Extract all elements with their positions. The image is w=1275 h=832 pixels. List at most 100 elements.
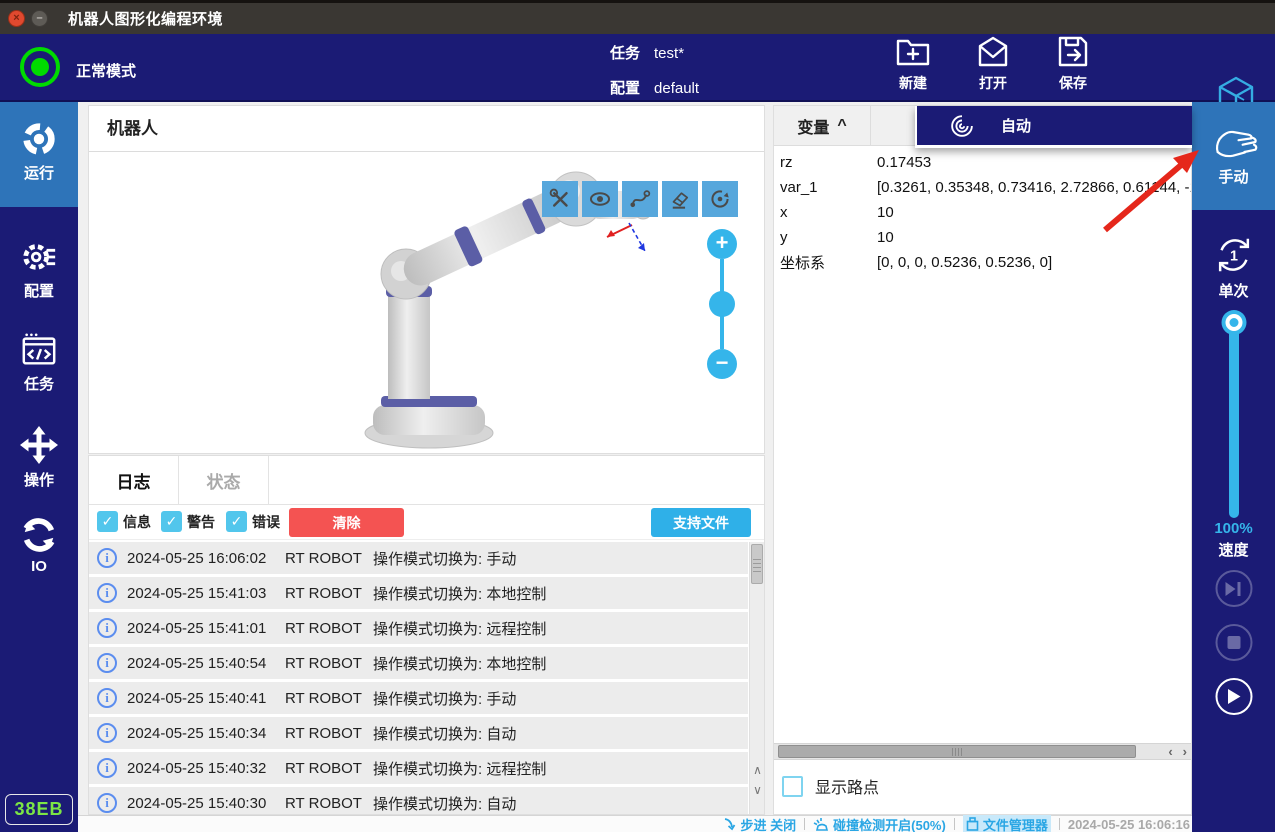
save-button[interactable]: 保存 xyxy=(1040,34,1106,93)
sidebar-item-label: IO xyxy=(0,558,78,575)
show-waypoints-checkbox[interactable]: 显示路点 xyxy=(782,774,879,798)
log-row[interactable]: i2024-05-25 16:06:02RT ROBOT操作模式切换为: 手动 xyxy=(89,542,748,574)
log-scrollbar[interactable]: ∧ ∨ xyxy=(749,542,764,814)
info-icon: i xyxy=(97,723,117,743)
log-row[interactable]: i2024-05-25 15:41:03RT ROBOT操作模式切换为: 本地控… xyxy=(89,577,748,609)
robot-3d-viewport[interactable]: + − xyxy=(89,153,764,453)
visibility-button[interactable] xyxy=(582,181,618,217)
info-icon: i xyxy=(97,758,117,778)
show-waypoints-label: 显示路点 xyxy=(815,774,879,798)
log-message: 操作模式切换为: 手动 xyxy=(373,548,516,569)
open-button[interactable]: 打开 xyxy=(960,34,1026,93)
mode-button-manual[interactable]: 手动 xyxy=(1192,102,1275,210)
sidebar-item-operate[interactable]: 操作 xyxy=(0,409,78,503)
info-icon: i xyxy=(97,793,117,813)
play-icon xyxy=(1226,688,1241,705)
variable-row[interactable]: x10 xyxy=(774,200,1191,225)
variable-name: y xyxy=(780,229,877,246)
sidebar-item-run[interactable]: 运行 xyxy=(0,102,78,207)
log-scrollbar-thumb[interactable] xyxy=(751,544,763,584)
statusbar-divider xyxy=(954,818,955,830)
log-message: 操作模式切换为: 本地控制 xyxy=(373,653,546,674)
log-row[interactable]: i2024-05-25 15:40:30RT ROBOT操作模式切换为: 自动 xyxy=(89,787,748,814)
sidebar-item-config[interactable]: 配置 xyxy=(0,222,78,316)
variable-row[interactable]: y10 xyxy=(774,225,1191,250)
step-next-button[interactable] xyxy=(1215,570,1252,607)
variable-row[interactable]: var_1[0.3261, 0.35348, 0.73416, 2.72866,… xyxy=(774,175,1191,200)
log-list: i2024-05-25 16:06:02RT ROBOT操作模式切换为: 手动 … xyxy=(89,542,748,814)
window-title: 机器人图形化编程环境 xyxy=(68,8,223,29)
gear-icon xyxy=(20,238,58,276)
zoom-control: + − xyxy=(707,229,737,379)
step-arrow-icon xyxy=(723,817,737,831)
scroll-up-icon[interactable]: ∧ xyxy=(750,760,765,780)
support-file-button[interactable]: 支持文件 xyxy=(651,508,751,537)
log-row[interactable]: i2024-05-25 15:40:32RT ROBOT操作模式切换为: 远程控… xyxy=(89,752,748,784)
variables-hscrollbar-thumb[interactable] xyxy=(778,745,1136,758)
stop-icon xyxy=(1227,636,1240,649)
zoom-in-button[interactable]: + xyxy=(707,229,737,259)
speed-slider[interactable] xyxy=(1229,326,1239,518)
speed-label: 速度 xyxy=(1192,539,1275,560)
run-mode-label: 单次 xyxy=(1192,280,1275,301)
zoom-slider[interactable] xyxy=(720,259,724,349)
log-time: 2024-05-25 16:06:02 xyxy=(127,550,285,567)
variable-row[interactable]: 坐标系[0, 0, 0, 0.5236, 0.5236, 0] xyxy=(774,250,1191,275)
filter-error-checkbox[interactable]: ✓错误 xyxy=(226,511,280,532)
task-label: 任务 xyxy=(610,45,640,62)
play-button[interactable] xyxy=(1215,678,1252,715)
speed-slider-knob[interactable] xyxy=(1225,314,1242,331)
sidebar-item-label: 任务 xyxy=(0,373,78,394)
mode-dropdown-item-auto[interactable]: 自动 xyxy=(915,106,1192,148)
step-mode-toggle[interactable]: 步进 关闭 xyxy=(723,815,797,832)
tools-button[interactable] xyxy=(542,181,578,217)
stop-button[interactable] xyxy=(1215,624,1252,661)
tab-status[interactable]: 状态 xyxy=(179,456,269,504)
run-mode-single[interactable]: 1 单次 xyxy=(1192,220,1275,310)
collision-detect-toggle[interactable]: 碰撞检测开启(50%) xyxy=(813,815,946,832)
minimize-icon[interactable]: – xyxy=(31,10,48,27)
zoom-out-button[interactable]: − xyxy=(707,349,737,379)
status-badge: 38EB xyxy=(5,794,73,825)
variable-name: var_1 xyxy=(780,179,877,196)
statusbar-divider xyxy=(1059,818,1060,830)
tab-variables[interactable]: 变量 ^ xyxy=(774,106,871,145)
statusbar-divider xyxy=(804,818,805,830)
sidebar-item-label: 运行 xyxy=(0,162,78,183)
tab-log[interactable]: 日志 xyxy=(89,456,179,504)
log-message: 操作模式切换为: 远程控制 xyxy=(373,618,546,639)
task-row: 任务test* xyxy=(610,42,684,63)
status-indicator-icon xyxy=(20,47,60,87)
log-row[interactable]: i2024-05-25 15:41:01RT ROBOT操作模式切换为: 远程控… xyxy=(89,612,748,644)
close-icon[interactable]: × xyxy=(8,10,25,27)
variable-row[interactable]: rz0.17453 xyxy=(774,150,1191,175)
variables-hscrollbar[interactable]: ‹ › xyxy=(774,743,1191,760)
info-icon: i xyxy=(97,548,117,568)
mode-label: 正常模式 xyxy=(76,60,136,81)
scroll-right-icon[interactable]: › xyxy=(1183,744,1187,759)
scroll-down-icon[interactable]: ∨ xyxy=(750,780,765,800)
sidebar-item-io[interactable]: IO xyxy=(0,500,78,594)
filter-info-checkbox[interactable]: ✓信息 xyxy=(97,511,151,532)
app-window: × – 机器人图形化编程环境 正常模式 任务test* 配置default 新建… xyxy=(0,0,1275,832)
zoom-slider-knob[interactable] xyxy=(709,291,735,317)
sidebar-item-task[interactable]: 任务 xyxy=(0,315,78,409)
log-row[interactable]: i2024-05-25 15:40:34RT ROBOT操作模式切换为: 自动 xyxy=(89,717,748,749)
log-row[interactable]: i2024-05-25 15:40:41RT ROBOT操作模式切换为: 手动 xyxy=(89,682,748,714)
eye-icon xyxy=(587,186,613,212)
log-row[interactable]: i2024-05-25 15:40:54RT ROBOT操作模式切换为: 本地控… xyxy=(89,647,748,679)
file-manager-button[interactable]: 文件管理器 xyxy=(963,815,1051,832)
variable-name: 坐标系 xyxy=(780,252,877,273)
filter-warn-checkbox[interactable]: ✓警告 xyxy=(161,511,215,532)
trajectory-button[interactable] xyxy=(622,181,658,217)
checkbox-checked-icon: ✓ xyxy=(226,511,247,532)
new-button[interactable]: 新建 xyxy=(880,34,946,93)
clear-button[interactable]: 清除 xyxy=(289,508,404,537)
reset-view-button[interactable] xyxy=(702,181,738,217)
rotate-icon xyxy=(707,186,733,212)
erase-button[interactable] xyxy=(662,181,698,217)
scroll-left-icon[interactable]: ‹ xyxy=(1168,744,1172,759)
robot-panel-title: 机器人 xyxy=(89,106,764,152)
variable-value: [0, 0, 0, 0.5236, 0.5236, 0] xyxy=(877,254,1052,271)
code-window-icon xyxy=(20,331,58,369)
